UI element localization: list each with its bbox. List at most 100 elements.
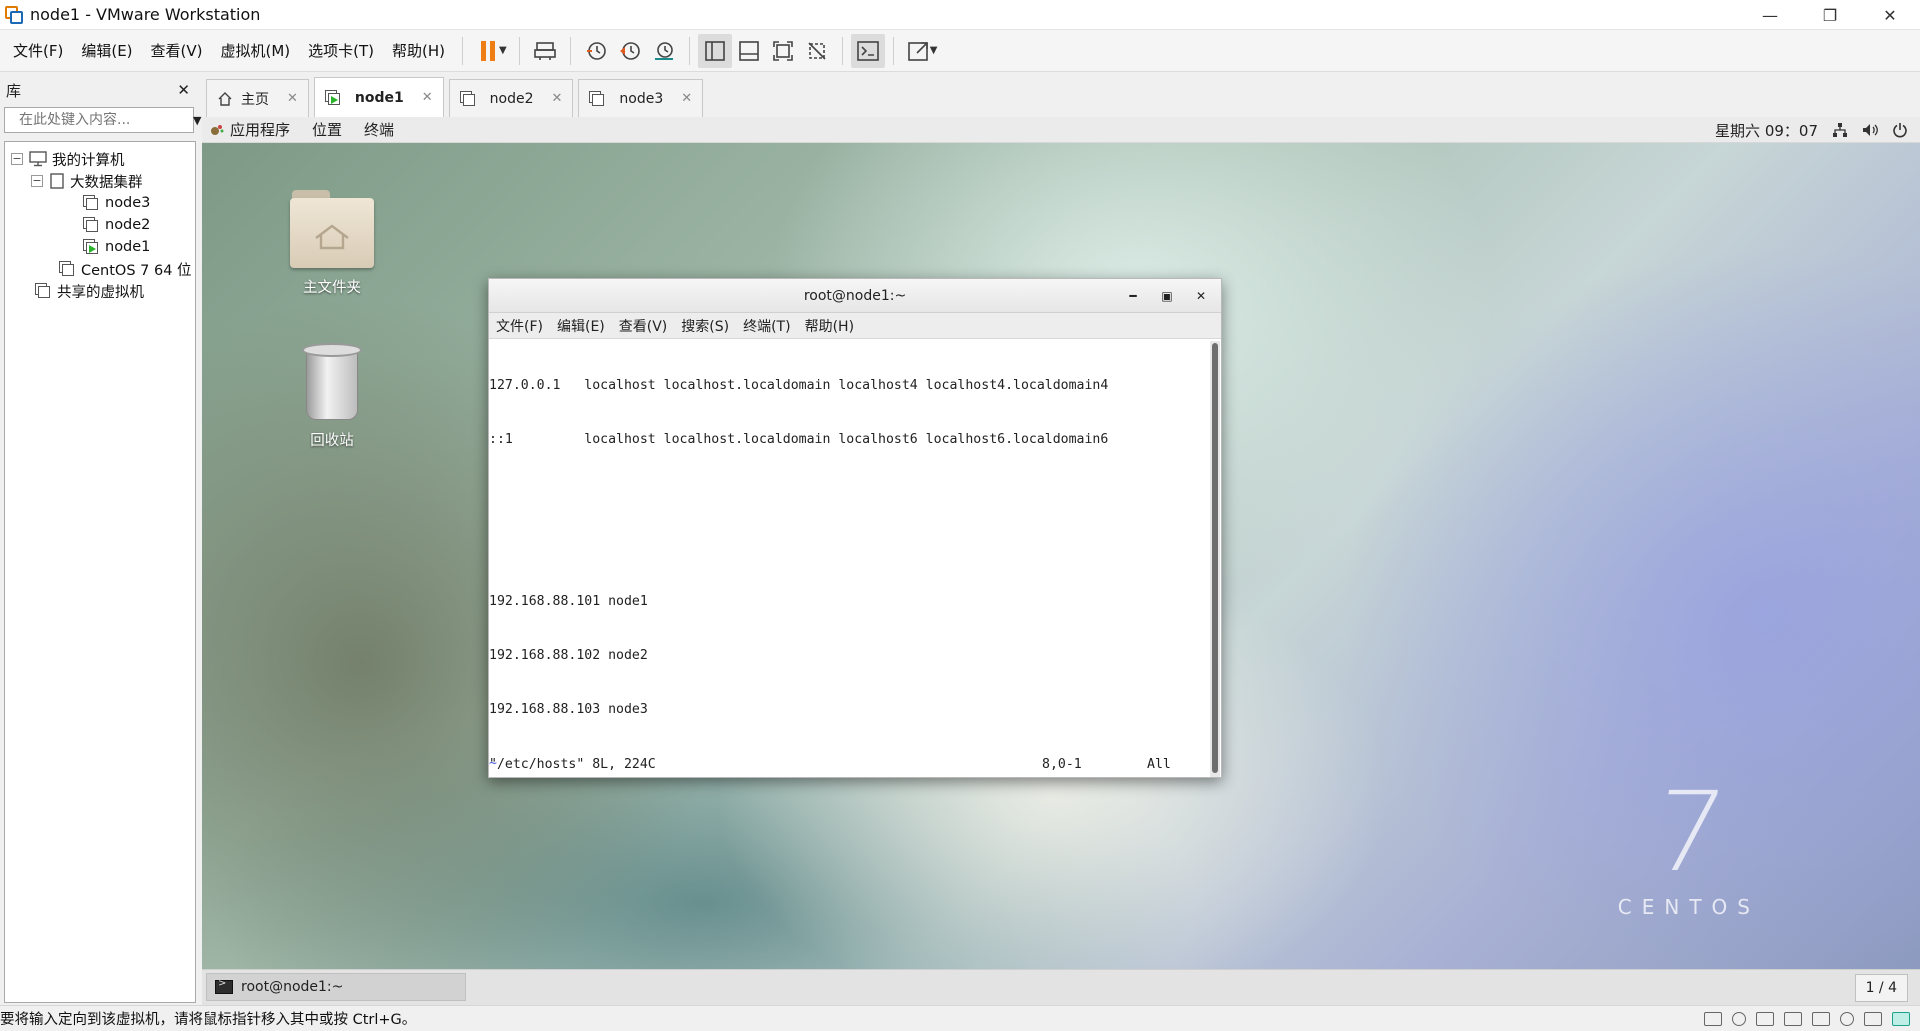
tree-item-my-computer[interactable]: − 我的计算机 (5, 148, 195, 170)
close-tab-icon[interactable]: ✕ (422, 90, 433, 105)
message-log-icon[interactable] (1892, 1011, 1910, 1026)
terminal-window-controls: ━ ▣ ✕ (1119, 279, 1215, 313)
terminal-menu-file[interactable]: 文件(F) (489, 316, 550, 336)
collapse-icon[interactable]: − (31, 175, 43, 187)
taskbar-terminal-item[interactable]: root@node1:~ (206, 973, 466, 1001)
centos-logo: 7 CENTOS (1618, 768, 1760, 919)
terminal-title: root@node1:~ (803, 287, 907, 304)
revert-snapshot-button[interactable] (613, 34, 647, 68)
tree-label: 大数据集群 (70, 174, 143, 191)
terminal-menu-help[interactable]: 帮助(H) (798, 316, 861, 336)
display-icon[interactable] (1864, 1011, 1882, 1026)
tree-item-cluster[interactable]: − 大数据集群 (5, 170, 195, 192)
terminal-maximize-button[interactable]: ▣ (1153, 289, 1181, 303)
trash-icon (300, 343, 364, 423)
close-button[interactable]: ✕ (1860, 0, 1920, 30)
close-tab-icon[interactable]: ✕ (287, 91, 298, 106)
full-screen-button[interactable] (766, 34, 800, 68)
keyboard-icon (533, 41, 556, 60)
terminal-line: ::1 localhost localhost.localdomain loca… (489, 432, 1109, 447)
pause-icon (481, 40, 496, 61)
tree-item-node1[interactable]: node1 (5, 236, 195, 258)
vim-scroll-position: All (1147, 757, 1171, 772)
restore-button[interactable]: ❐ (1800, 0, 1860, 30)
tree-item-node3[interactable]: node3 (5, 192, 195, 214)
menu-tabs[interactable]: 选项卡(T) (299, 30, 383, 72)
tab-label: node1 (354, 89, 404, 106)
terminal-line: 192.168.88.102 node2 (489, 648, 648, 663)
collapse-icon[interactable]: − (11, 153, 23, 165)
hard-disk-icon[interactable] (1704, 1011, 1722, 1026)
workspace-pager[interactable]: 1 / 4 (1854, 974, 1908, 1002)
home-folder-desktop-icon[interactable]: 主文件夹 (277, 188, 387, 297)
search-dropdown-icon[interactable]: ▼ (193, 114, 201, 127)
menu-help[interactable]: 帮助(H) (383, 30, 454, 72)
tree-item-centos[interactable]: CentOS 7 64 位 (5, 258, 195, 280)
volume-icon[interactable] (1862, 122, 1878, 138)
pause-dropdown-icon[interactable]: ▼ (499, 45, 507, 56)
library-search: ▼ (4, 107, 201, 133)
guest-top-panel: 应用程序 位置 终端 星期六 09：07 (202, 117, 1920, 143)
usb-controller-icon[interactable] (1840, 1011, 1854, 1026)
close-tab-icon[interactable]: ✕ (681, 91, 692, 106)
terminal-minimize-button[interactable]: ━ (1119, 289, 1147, 303)
menu-vm[interactable]: 虚拟机(M) (212, 30, 300, 72)
stretch-icon (907, 41, 928, 61)
terminal-menu-terminal[interactable]: 终端(T) (736, 316, 797, 336)
terminal-menu-search[interactable]: 搜索(S) (674, 316, 736, 336)
terminal-launcher[interactable]: 终端 (364, 119, 394, 140)
tree-item-node2[interactable]: node2 (5, 214, 195, 236)
tab-node3[interactable]: node3 ✕ (578, 79, 704, 117)
console-view-button[interactable] (850, 33, 885, 68)
show-library-button[interactable] (697, 33, 732, 68)
terminal-menubar: 文件(F) 编辑(E) 查看(V) 搜索(S) 终端(T) 帮助(H) (489, 313, 1221, 339)
menu-view[interactable]: 查看(V) (142, 30, 212, 72)
thumbnail-view-icon (738, 40, 759, 61)
tab-node1[interactable]: node1 ✕ (313, 77, 444, 117)
toolbar-separator (841, 36, 843, 65)
terminal-titlebar[interactable]: root@node1:~ ━ ▣ ✕ (489, 279, 1221, 313)
library-close-icon[interactable]: ✕ (177, 81, 190, 99)
menu-edit[interactable]: 编辑(E) (72, 30, 141, 72)
network-icon[interactable] (1832, 122, 1848, 138)
guest-taskbar: root@node1:~ 1 / 4 (202, 969, 1920, 1005)
power-icon[interactable] (1892, 122, 1908, 138)
stretch-dropdown-icon[interactable]: ▼ (930, 45, 938, 56)
places-menu[interactable]: 位置 (312, 119, 342, 140)
window-title: node1 - VMware Workstation (30, 5, 261, 24)
thumbnail-bar-button[interactable] (732, 34, 766, 68)
home-icon (218, 91, 232, 106)
guest-desktop[interactable]: 主文件夹 回收站 7 CENTOS root@node1:~ ━ ▣ ✕ 文件(… (202, 143, 1920, 969)
console-icon (856, 40, 879, 61)
send-ctrl-alt-del-button[interactable] (528, 34, 562, 68)
vm-icon (83, 195, 99, 211)
library-search-input[interactable] (19, 112, 193, 128)
trash-label: 回收站 (310, 433, 354, 449)
tree-item-shared[interactable]: 共享的虚拟机 (5, 280, 195, 302)
printer-icon[interactable] (1784, 1011, 1802, 1026)
tab-home[interactable]: 主页 ✕ (206, 79, 309, 117)
terminal-window[interactable]: root@node1:~ ━ ▣ ✕ 文件(F) 编辑(E) 查看(V) 搜索(… (488, 278, 1222, 778)
unity-button[interactable] (800, 34, 834, 68)
terminal-text-area[interactable]: 127.0.0.1 localhost localhost.localdomai… (489, 341, 1209, 777)
library-header: 库 ✕ (0, 73, 198, 107)
cd-dvd-icon[interactable] (1732, 1011, 1746, 1026)
close-tab-icon[interactable]: ✕ (552, 91, 563, 106)
terminal-line: 192.168.88.101 node1 (489, 594, 648, 609)
network-adapter-icon[interactable] (1756, 1011, 1774, 1026)
snapshot-manager-button[interactable] (647, 34, 681, 68)
guest-clock[interactable]: 星期六 09：07 (1715, 120, 1818, 141)
tab-node2[interactable]: node2 ✕ (448, 79, 574, 117)
applications-menu[interactable]: 应用程序 (210, 119, 290, 140)
terminal-menu-edit[interactable]: 编辑(E) (550, 316, 612, 336)
trash-desktop-icon[interactable]: 回收站 (277, 343, 387, 450)
terminal-scrollbar[interactable] (1210, 341, 1220, 777)
minimize-button[interactable]: — (1740, 0, 1800, 30)
terminal-menu-view[interactable]: 查看(V) (612, 316, 675, 336)
sound-card-icon[interactable] (1812, 1011, 1830, 1026)
full-screen-icon (772, 40, 793, 61)
snapshot-button[interactable] (579, 34, 613, 68)
terminal-close-button[interactable]: ✕ (1187, 289, 1215, 303)
menu-file[interactable]: 文件(F) (4, 30, 72, 72)
